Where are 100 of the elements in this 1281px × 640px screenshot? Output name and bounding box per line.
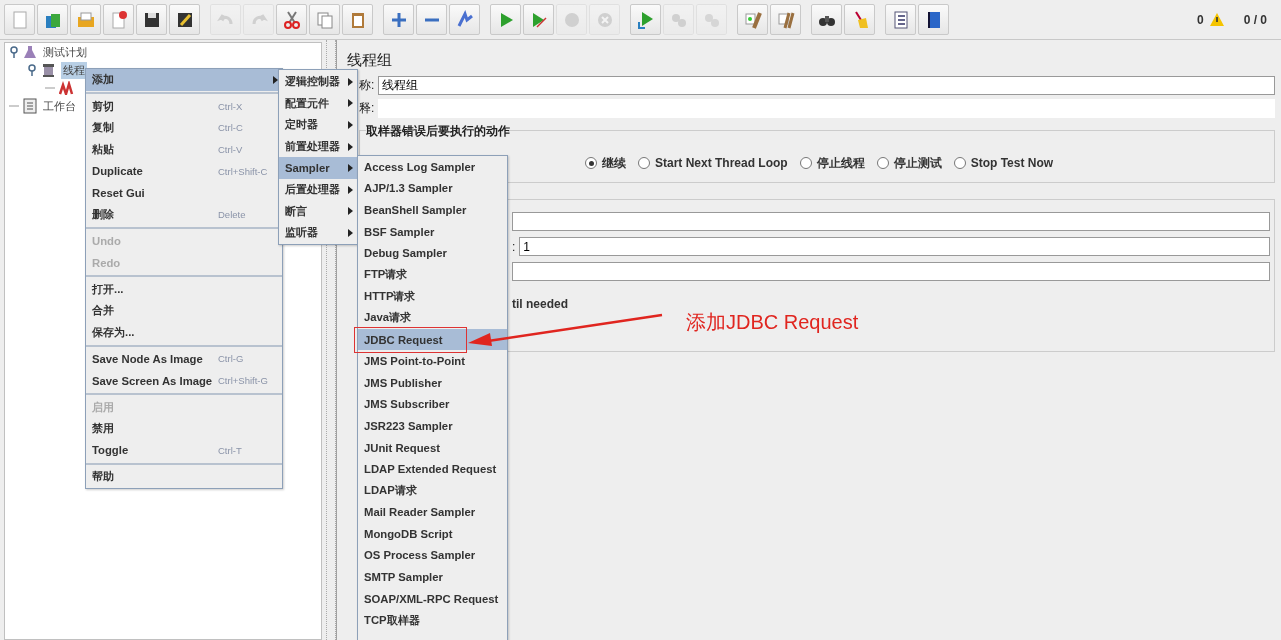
count-field[interactable]: 1 bbox=[519, 237, 1270, 256]
thread-count: 0 / 0 bbox=[1243, 12, 1267, 27]
toolbar-button[interactable] bbox=[136, 4, 167, 35]
comment-label: 释: bbox=[359, 100, 375, 117]
radio-option[interactable]: 继续 bbox=[585, 154, 626, 172]
menu-item[interactable]: 监听器 bbox=[279, 222, 357, 244]
shortcut-text: Ctrl-T bbox=[218, 444, 242, 456]
menu-item[interactable]: 打开... bbox=[86, 278, 282, 300]
expand-handle-icon[interactable] bbox=[27, 64, 37, 76]
sampler-icon bbox=[59, 81, 75, 95]
menu-item[interactable]: 粘贴 Ctrl-V bbox=[86, 138, 282, 161]
menu-item[interactable]: JMS Publisher bbox=[358, 371, 507, 394]
menu-item[interactable]: SOAP/XML-RPC Request bbox=[358, 587, 507, 610]
panel-title: 线程组 bbox=[347, 50, 393, 70]
menu-item[interactable]: 合并 bbox=[86, 299, 282, 322]
toolbar-button[interactable] bbox=[811, 4, 842, 35]
name-field[interactable]: 线程组 bbox=[378, 76, 1275, 95]
menu-item[interactable]: Duplicate Ctrl+Shift-C bbox=[86, 160, 282, 182]
menu-item[interactable]: Java请求 bbox=[358, 307, 507, 329]
menu-item[interactable]: Save Screen As Image Ctrl+Shift-G bbox=[86, 369, 282, 392]
tree-node-icon[interactable] bbox=[41, 62, 57, 78]
tree-node-label[interactable]: 工作台 bbox=[41, 97, 78, 115]
menu-item[interactable]: 配置元件 bbox=[279, 92, 357, 115]
tree-node-label[interactable]: 测试计划 bbox=[41, 43, 89, 61]
menu-item[interactable]: 剪切 Ctrl-X bbox=[86, 95, 282, 118]
menu-item[interactable]: 保存为... bbox=[86, 321, 282, 344]
menu-item[interactable]: BSF Sampler bbox=[358, 220, 507, 243]
shortcut-text: Ctrl+Shift-C bbox=[218, 165, 268, 177]
clipboard-icon bbox=[23, 98, 37, 114]
menu-item[interactable]: HTTP请求 bbox=[358, 285, 507, 308]
menu-item[interactable]: 删除 Delete bbox=[86, 203, 282, 226]
tree-node-label[interactable]: 线程 bbox=[61, 61, 87, 79]
shortcut-text: Ctrl-X bbox=[218, 100, 243, 112]
count-label: : bbox=[512, 239, 516, 254]
toolbar-button[interactable] bbox=[918, 4, 949, 35]
radio-icon[interactable] bbox=[799, 157, 812, 169]
menu-item[interactable]: LDAP Extended Request bbox=[358, 458, 507, 480]
radio-icon[interactable] bbox=[585, 157, 597, 169]
flask-icon bbox=[23, 45, 37, 59]
submenu-arrow-icon bbox=[348, 121, 353, 129]
menu-item[interactable]: JMS Subscriber bbox=[358, 393, 507, 416]
menu-item[interactable]: Save Node As Image Ctrl-G bbox=[86, 348, 282, 370]
menu-item[interactable]: Access Log Sampler bbox=[358, 156, 507, 178]
menu-item[interactable]: JMS Point-to-Point bbox=[358, 350, 507, 372]
shortcut-text: Ctrl-G bbox=[218, 353, 244, 365]
tree-node-icon[interactable] bbox=[59, 81, 75, 95]
menu-item[interactable]: FTP请求 bbox=[358, 263, 507, 286]
menu-item[interactable]: SMTP Sampler bbox=[358, 566, 507, 588]
submenu-arrow-icon bbox=[348, 77, 353, 86]
menu-item[interactable]: Reset Gui bbox=[86, 181, 282, 204]
minus-icon bbox=[423, 17, 440, 22]
menu-item[interactable]: BeanShell Sampler bbox=[358, 199, 507, 221]
expand-handle-icon[interactable] bbox=[9, 46, 19, 58]
menu-item[interactable]: MongoDB Script bbox=[358, 523, 507, 545]
menu-item[interactable]: Toggle Ctrl-T bbox=[86, 439, 282, 462]
menu-item[interactable]: Mail Reader Sampler bbox=[358, 501, 507, 524]
shortcut-text: Delete bbox=[218, 208, 246, 220]
copy-icon bbox=[314, 9, 335, 30]
annotation-text: 添加JDBC Request bbox=[686, 310, 859, 335]
submenu-arrow-icon bbox=[348, 99, 353, 108]
radio-icon[interactable] bbox=[638, 157, 650, 169]
shortcut-text: Ctrl-C bbox=[218, 122, 243, 134]
radio-option[interactable]: Start Next Thread Loop bbox=[638, 156, 788, 170]
folder-icon bbox=[75, 9, 96, 30]
scissors-icon bbox=[281, 9, 302, 30]
menu-item[interactable]: Sampler bbox=[279, 157, 357, 179]
menu-item[interactable]: OS Process Sampler bbox=[358, 544, 507, 567]
radio-option[interactable]: 停止线程 bbox=[799, 154, 865, 172]
menu-item[interactable]: 后置处理器 bbox=[279, 178, 357, 201]
menu-item[interactable]: LDAP请求 bbox=[358, 479, 507, 502]
warning-icon bbox=[1209, 13, 1224, 26]
menu-item[interactable]: 定时器 bbox=[279, 114, 357, 136]
group-legend: 取样器错误后要执行的动作 bbox=[366, 123, 510, 140]
menu-item[interactable]: 前置处理器 bbox=[279, 135, 357, 158]
spool-icon bbox=[41, 62, 57, 78]
submenu-arrow-icon bbox=[348, 228, 353, 237]
toolbar-button[interactable] bbox=[169, 4, 200, 35]
menu-item[interactable]: 复制 Ctrl-C bbox=[86, 117, 282, 139]
radio-icon[interactable] bbox=[953, 157, 966, 169]
shortcut-text: Ctrl+Shift-G bbox=[218, 375, 268, 386]
menu-item[interactable]: 禁用 bbox=[86, 417, 282, 440]
submenu-arrow-icon bbox=[348, 164, 353, 173]
submenu-arrow-icon bbox=[348, 207, 353, 216]
radio-option[interactable]: Stop Test Now bbox=[953, 156, 1054, 170]
text-field[interactable] bbox=[512, 262, 1270, 281]
menu-item[interactable]: 断言 bbox=[279, 200, 357, 223]
menu-item[interactable]: AJP/1.3 Sampler bbox=[358, 177, 507, 200]
tree-node-icon[interactable] bbox=[23, 98, 37, 114]
text-field[interactable] bbox=[512, 212, 1270, 231]
menu-item[interactable]: JUnit Request bbox=[358, 436, 507, 459]
menu-item[interactable]: JSR223 Sampler bbox=[358, 415, 507, 437]
warning-count: 0 bbox=[1196, 12, 1204, 27]
menu-item[interactable]: 逻辑控制器 bbox=[279, 71, 357, 93]
menu-item[interactable]: 帮助 bbox=[86, 466, 282, 488]
tree-node-icon[interactable] bbox=[23, 45, 37, 59]
radio-icon[interactable] bbox=[876, 157, 889, 169]
radio-option[interactable]: 停止测试 bbox=[876, 154, 942, 172]
menu-item[interactable]: Debug Sampler bbox=[358, 242, 507, 264]
menu-item[interactable]: TCP取样器 bbox=[358, 609, 507, 632]
name-label: 称: bbox=[359, 77, 375, 94]
